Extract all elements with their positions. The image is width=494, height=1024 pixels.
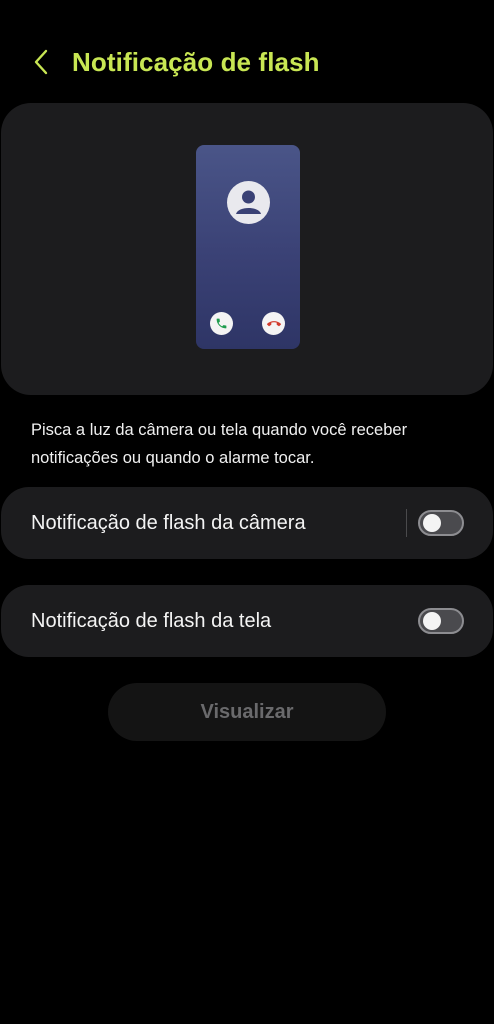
toggle-knob [423,514,441,532]
camera-flash-toggle[interactable] [418,510,464,536]
phone-decline-icon [262,312,285,335]
camera-flash-setting-row[interactable]: Notificação de flash da câmera [1,487,493,559]
app-bar: Notificação de flash [0,30,494,94]
divider [406,509,407,537]
phone-illustration [196,145,300,349]
toggle-knob [423,612,441,630]
person-icon [227,181,270,224]
flash-notification-screen: Notificação de flash Pisca a luz da câme… [0,0,494,1024]
preview-illustration-card [1,103,493,395]
preview-button[interactable]: Visualizar [108,683,386,741]
phone-accept-icon [210,312,233,335]
screen-flash-setting-row[interactable]: Notificação de flash da tela [1,585,493,657]
back-button[interactable] [22,42,62,82]
page-title: Notificação de flash [72,46,320,77]
setting-label: Notificação de flash da tela [31,609,272,632]
setting-label: Notificação de flash da câmera [31,511,306,534]
feature-description: Pisca a luz da câmera ou tela quando voc… [31,421,408,467]
chevron-left-icon [34,49,48,75]
screen-flash-toggle[interactable] [418,608,464,634]
